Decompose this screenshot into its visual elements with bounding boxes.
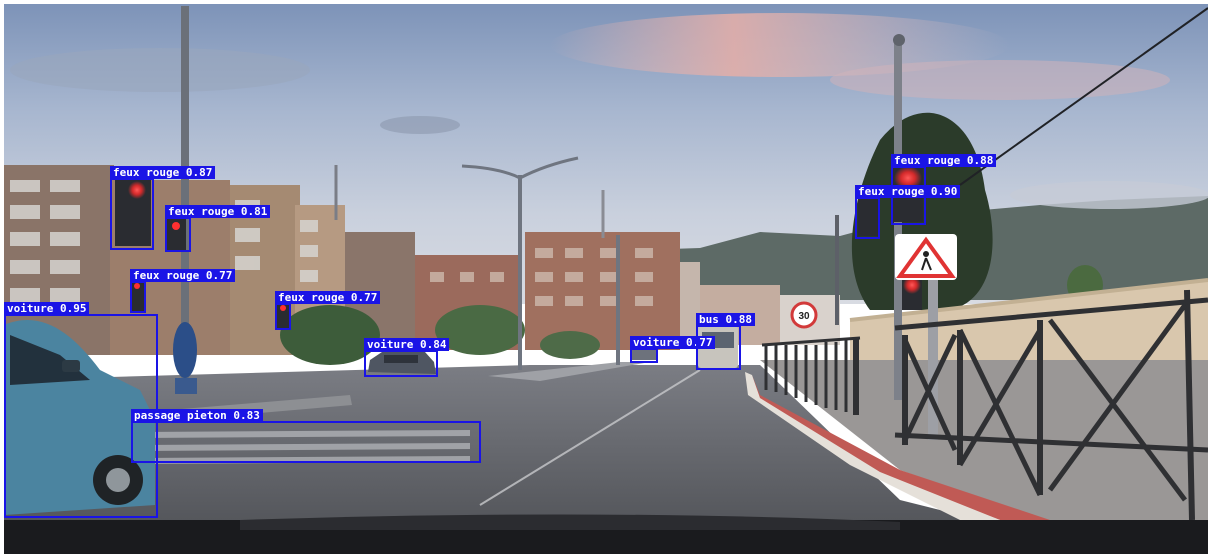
tree-left — [280, 305, 380, 365]
street-photo: 30 — [0, 0, 1212, 554]
pedestrian-sign — [895, 234, 957, 280]
lamp-post-center — [518, 175, 522, 370]
traffic-light-left-1 — [115, 180, 151, 246]
car-center — [368, 352, 436, 374]
bus — [698, 326, 738, 368]
car-far — [632, 346, 656, 360]
speed-limit-value: 30 — [798, 311, 810, 322]
speed-limit-sign: 30 — [790, 301, 818, 329]
traffic-light-right-2 — [858, 198, 878, 236]
